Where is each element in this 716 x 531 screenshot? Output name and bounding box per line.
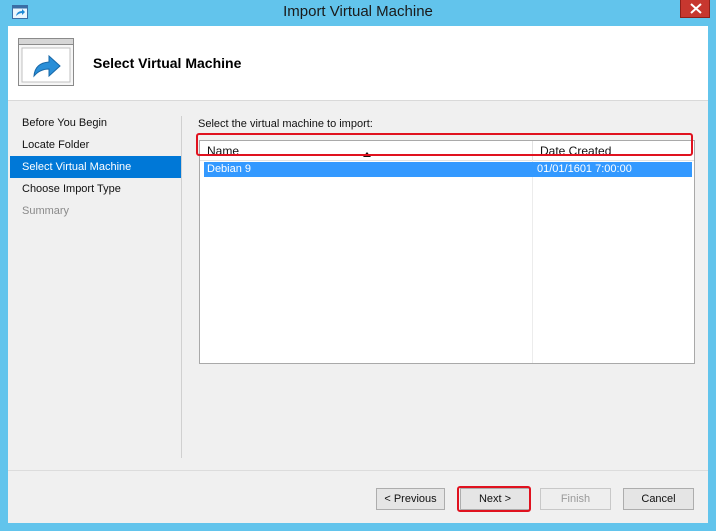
- import-vm-window: Import Virtual Machine Select Virtual Ma…: [0, 0, 716, 531]
- row-date-created: 01/01/1601 7:00:00: [537, 163, 632, 175]
- select-prompt: Select the virtual machine to import:: [198, 118, 373, 130]
- previous-button[interactable]: < Previous: [376, 488, 445, 510]
- row-name: Debian 9: [207, 163, 252, 175]
- wizard-header: Select Virtual Machine: [8, 26, 708, 101]
- close-button[interactable]: [680, 0, 710, 18]
- nav-item-before-you-begin[interactable]: Before You Begin: [8, 112, 182, 134]
- vm-list[interactable]: Name Date Created Debian 9 01/01/1601 7:…: [199, 140, 695, 364]
- close-icon: [690, 3, 702, 14]
- finish-button: Finish: [540, 488, 611, 510]
- column-divider: [532, 160, 533, 363]
- nav-item-choose-import-type[interactable]: Choose Import Type: [8, 178, 182, 200]
- nav-divider: [181, 116, 182, 458]
- import-arrow-icon: [18, 38, 74, 86]
- nav-item-locate-folder[interactable]: Locate Folder: [8, 134, 182, 156]
- nav-item-select-virtual-machine[interactable]: Select Virtual Machine: [10, 156, 182, 178]
- footer-divider: [8, 470, 708, 471]
- window-title: Import Virtual Machine: [283, 3, 433, 20]
- cancel-button[interactable]: Cancel: [623, 488, 694, 510]
- nav-item-summary: Summary: [22, 205, 70, 217]
- title-bar[interactable]: Import Virtual Machine: [0, 0, 716, 26]
- next-highlight-annotation: [457, 486, 531, 512]
- table-row[interactable]: Debian 9 01/01/1601 7:00:00: [204, 162, 692, 177]
- selection-highlight-annotation: [196, 133, 693, 156]
- wizard-steps-nav: Before You Begin Locate Folder Select Vi…: [8, 112, 182, 222]
- page-title: Select Virtual Machine: [93, 55, 242, 71]
- dialog-client-area: Select Virtual Machine Before You Begin …: [8, 26, 708, 523]
